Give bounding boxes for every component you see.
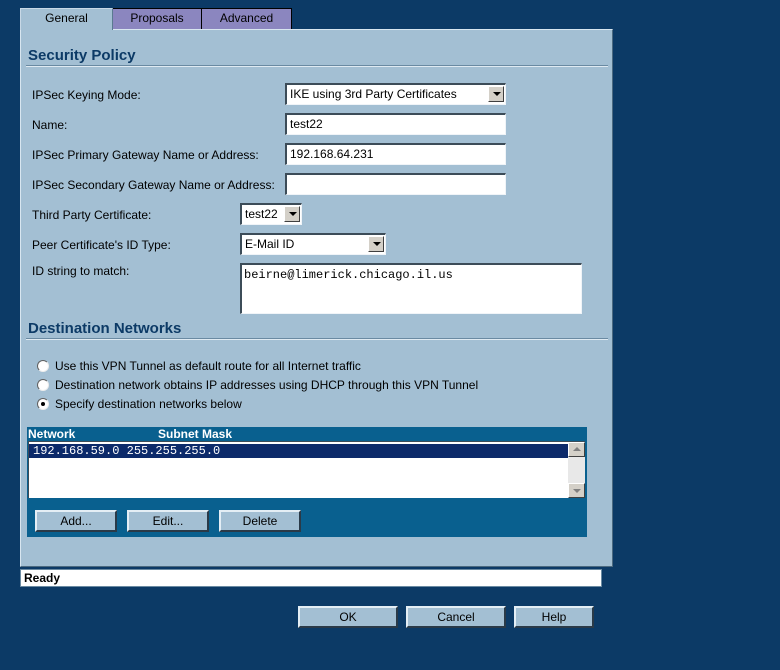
primary-gateway-label: IPSec Primary Gateway Name or Address: <box>32 148 259 162</box>
ipsec-keying-mode-label: IPSec Keying Mode: <box>32 88 141 102</box>
radio-label: Specify destination networks below <box>55 397 242 411</box>
name-label: Name: <box>32 118 68 132</box>
peer-id-type-value: E-Mail ID <box>245 237 295 251</box>
ipsec-keying-mode-value: IKE using 3rd Party Certificates <box>290 87 457 101</box>
scroll-up-icon[interactable] <box>568 442 585 457</box>
network-list[interactable]: 192.168.59.0 255.255.255.0 <box>28 441 585 498</box>
help-button[interactable]: Help <box>514 606 594 628</box>
network-list-header: Network Subnet Mask <box>27 427 587 441</box>
scrollbar[interactable] <box>568 442 585 498</box>
chevron-down-icon[interactable] <box>368 236 384 252</box>
destination-networks-title: Destination Networks <box>28 320 182 337</box>
id-string-label: ID string to match: <box>32 264 130 278</box>
ipsec-keying-mode-select[interactable]: IKE using 3rd Party Certificates <box>285 83 506 105</box>
third-party-cert-value: test22 <box>245 207 278 221</box>
security-policy-title: Security Policy <box>28 47 136 64</box>
divider <box>26 65 608 67</box>
id-string-textarea[interactable]: beirne@limerick.chicago.il.us <box>240 263 582 314</box>
add-button[interactable]: Add... <box>35 510 117 532</box>
tab-general[interactable]: General <box>20 8 113 30</box>
tab-proposals[interactable]: Proposals <box>112 8 202 29</box>
radio-button[interactable] <box>37 398 49 410</box>
radio-button[interactable] <box>37 360 49 372</box>
edit-button[interactable]: Edit... <box>127 510 209 532</box>
secondary-gateway-field[interactable] <box>285 173 506 195</box>
destination-networks-box: Network Subnet Mask 192.168.59.0 255.255… <box>27 427 587 537</box>
name-field[interactable]: test22 <box>285 113 506 135</box>
radio-button[interactable] <box>37 379 49 391</box>
chevron-down-icon[interactable] <box>488 86 504 102</box>
third-party-cert-select[interactable]: test22 <box>240 203 302 225</box>
chevron-down-icon[interactable] <box>284 206 300 222</box>
cancel-button[interactable]: Cancel <box>406 606 506 628</box>
list-item[interactable]: 192.168.59.0 255.255.255.0 <box>29 444 568 458</box>
column-header-network: Network <box>28 427 76 441</box>
radio-label: Destination network obtains IP addresses… <box>55 378 479 392</box>
general-panel: Security Policy IPSec Keying Mode: IKE u… <box>20 29 613 567</box>
peer-id-type-select[interactable]: E-Mail ID <box>240 233 386 255</box>
ok-button[interactable]: OK <box>298 606 398 628</box>
divider <box>26 338 608 340</box>
column-header-subnet-mask: Subnet Mask <box>158 427 233 441</box>
radio-label: Use this VPN Tunnel as default route for… <box>55 359 361 373</box>
scroll-down-icon[interactable] <box>568 483 585 498</box>
primary-gateway-field[interactable]: 192.168.64.231 <box>285 143 506 165</box>
delete-button[interactable]: Delete <box>219 510 301 532</box>
peer-id-type-label: Peer Certificate's ID Type: <box>32 238 171 252</box>
secondary-gateway-label: IPSec Secondary Gateway Name or Address: <box>32 178 275 192</box>
status-bar: Ready <box>20 569 602 587</box>
third-party-cert-label: Third Party Certificate: <box>32 208 152 222</box>
tab-advanced[interactable]: Advanced <box>201 8 292 29</box>
